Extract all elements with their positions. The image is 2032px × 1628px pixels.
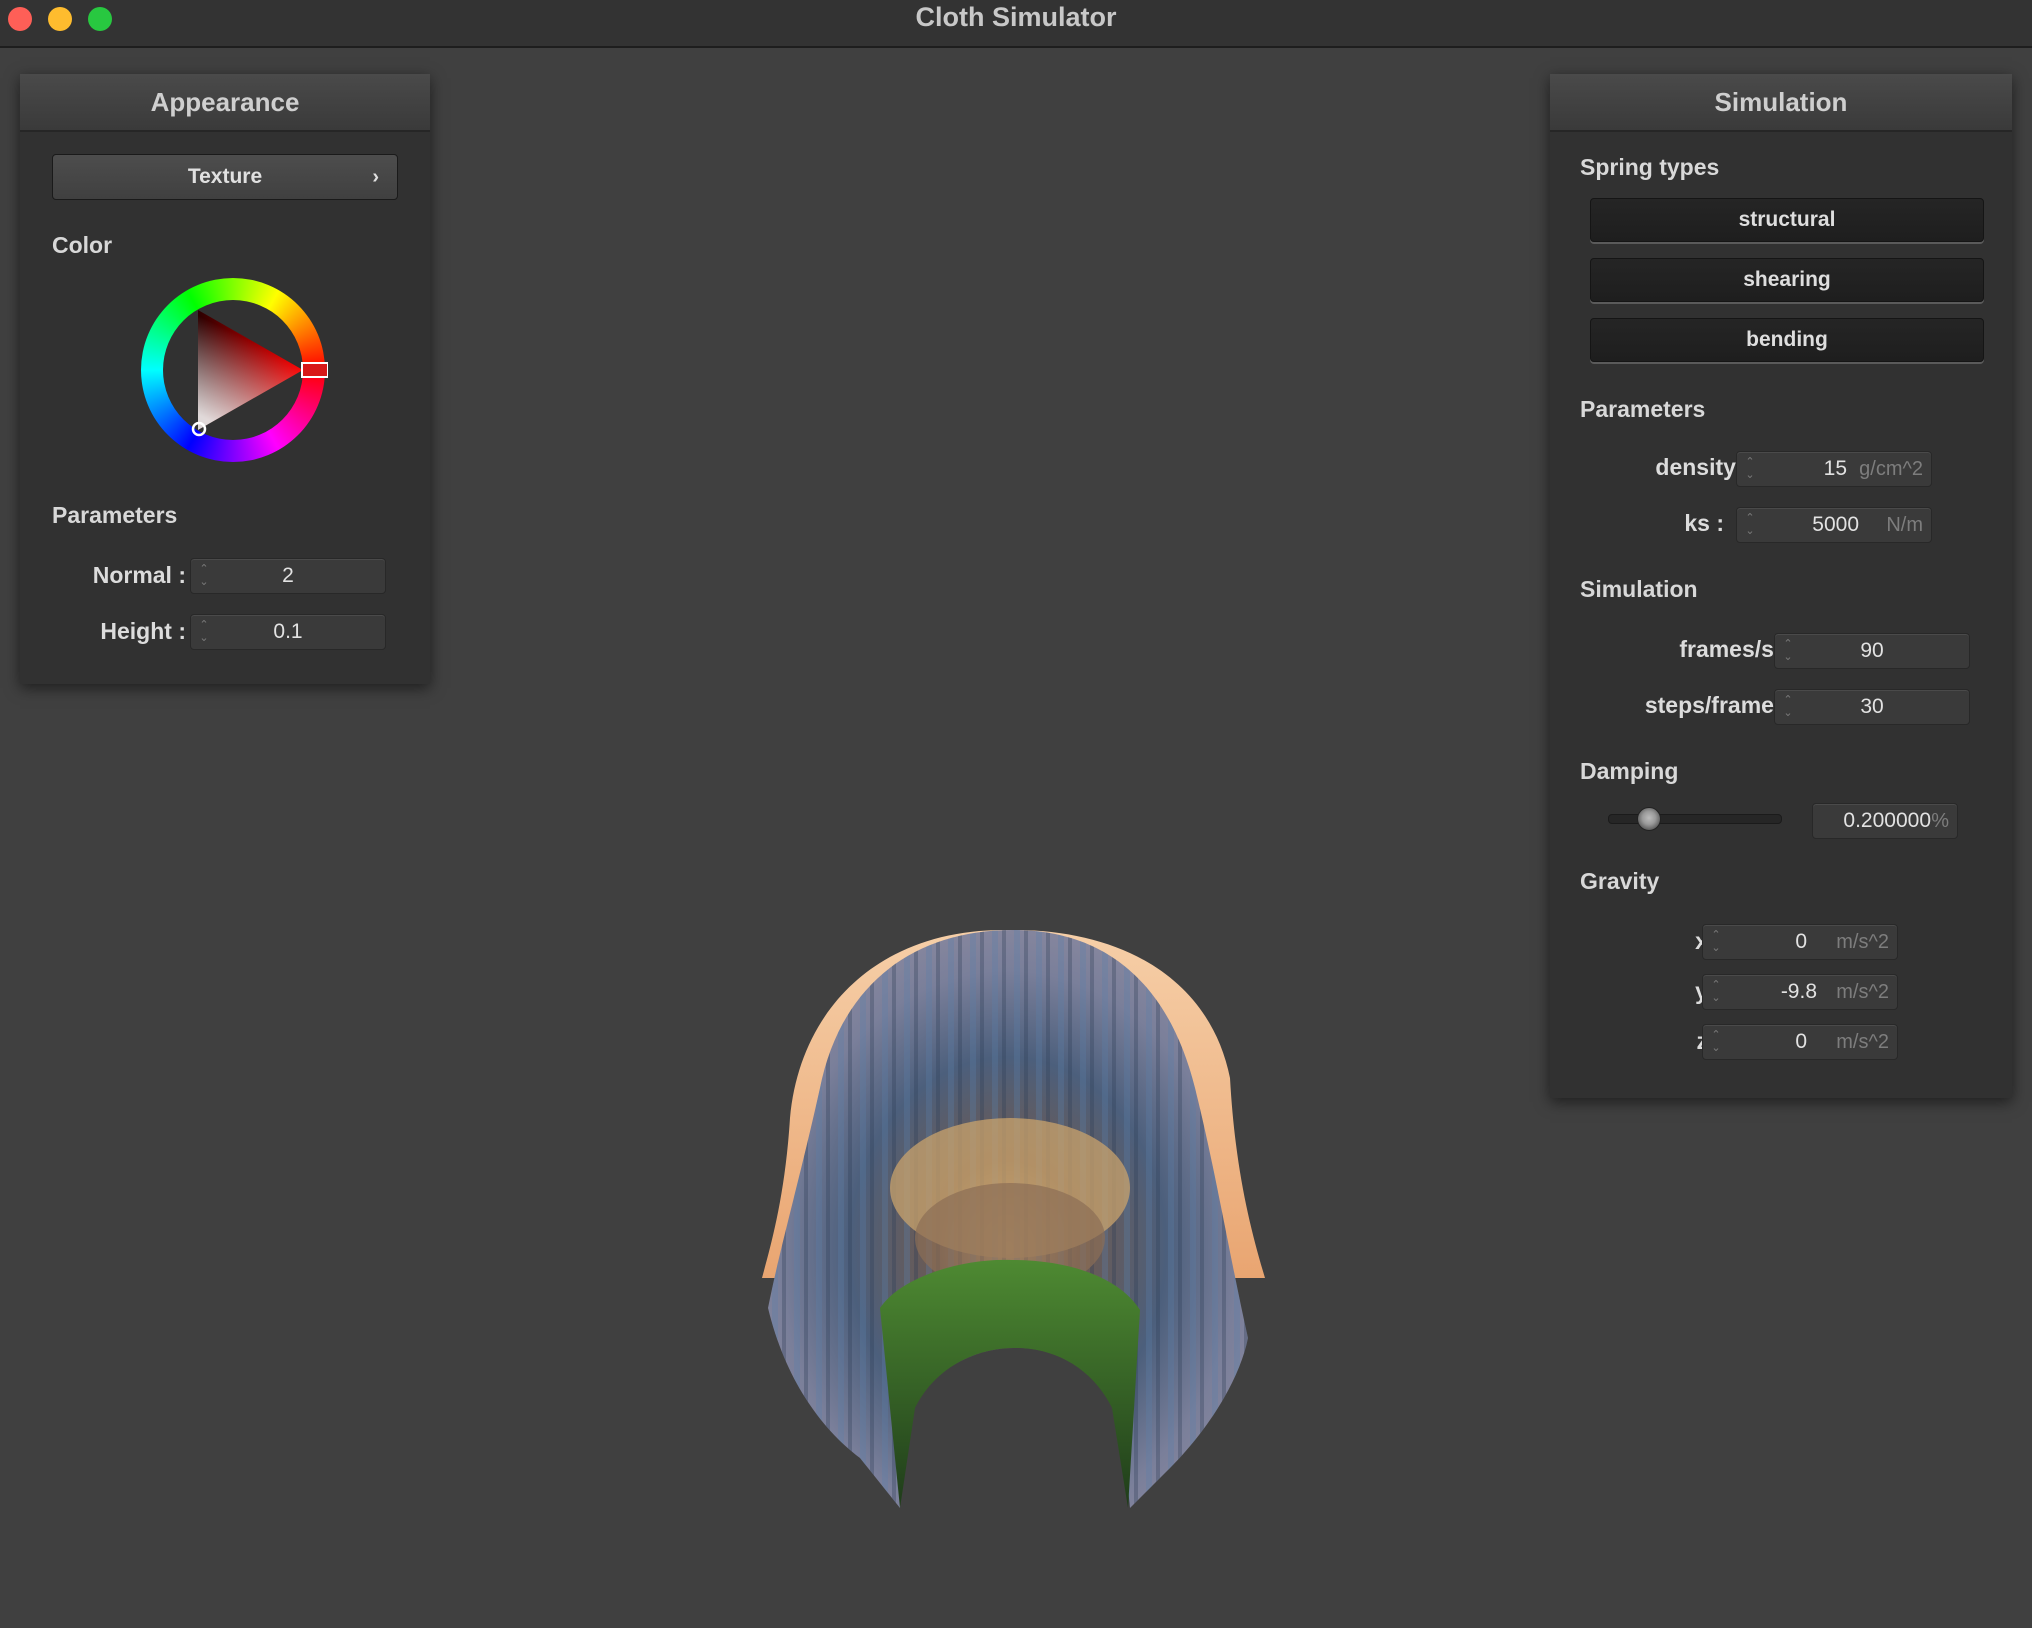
- gravity-x-value: 0: [1795, 930, 1807, 953]
- title-bar: Cloth Simulator: [0, 0, 2032, 48]
- density-unit: g/cm^2: [1859, 458, 1923, 480]
- steps-per-frame-value: 30: [1860, 695, 1884, 718]
- hue-selector-handle[interactable]: [301, 362, 328, 378]
- height-spinbox[interactable]: ⌃ ⌄ 0.1: [190, 614, 386, 650]
- shearing-spring-toggle[interactable]: shearing: [1590, 258, 1984, 302]
- ks-value: 5000: [1812, 513, 1859, 536]
- spinner-arrows-icon[interactable]: ⌃ ⌄: [1709, 975, 1723, 1009]
- damping-value: 0.200000: [1843, 809, 1931, 832]
- spinner-arrows-icon[interactable]: ⌃ ⌄: [1743, 508, 1757, 542]
- spinner-arrows-icon[interactable]: ⌃ ⌄: [1709, 1025, 1723, 1059]
- simulation-parameters-label: Parameters: [1580, 396, 1706, 422]
- gravity-y-spinbox[interactable]: ⌃ ⌄ -9.8 m/s^2: [1702, 974, 1898, 1010]
- frames-per-second-spinbox[interactable]: ⌃ ⌄ 90: [1774, 633, 1970, 669]
- gravity-z-spinbox[interactable]: ⌃ ⌄ 0 m/s^2: [1702, 1024, 1898, 1060]
- normal-spinbox[interactable]: ⌃ ⌄ 2: [190, 558, 386, 594]
- damping-label: Damping: [1580, 758, 1679, 784]
- appearance-parameters-label: Parameters: [52, 502, 178, 528]
- gravity-x-spinbox[interactable]: ⌃ ⌄ 0 m/s^2: [1702, 924, 1898, 960]
- ks-spinbox[interactable]: ⌃ ⌄ 5000 N/m: [1736, 507, 1932, 543]
- simulation-section-label: Simulation: [1580, 576, 1698, 602]
- spring-types-label: Spring types: [1580, 154, 1720, 180]
- appearance-panel: Appearance Texture › Color Parameters No…: [20, 74, 430, 684]
- appearance-panel-header[interactable]: Appearance: [20, 74, 430, 132]
- gravity-y-unit: m/s^2: [1836, 981, 1889, 1003]
- density-value: 15: [1823, 457, 1847, 480]
- gravity-z-unit: m/s^2: [1836, 1031, 1889, 1053]
- color-wheel[interactable]: [138, 275, 328, 465]
- damping-value-box[interactable]: 0.200000 %: [1812, 803, 1958, 839]
- normal-label: Normal :: [92, 562, 186, 588]
- damping-slider-handle[interactable]: [1636, 807, 1661, 831]
- ks-unit: N/m: [1886, 514, 1923, 536]
- texture-button-label: Texture: [187, 165, 263, 188]
- steps-per-frame-spinbox[interactable]: ⌃ ⌄ 30: [1774, 689, 1970, 725]
- simulation-panel-header[interactable]: Simulation: [1550, 74, 2012, 132]
- gravity-x-unit: m/s^2: [1836, 931, 1889, 953]
- structural-spring-toggle[interactable]: structural: [1590, 198, 1984, 242]
- normal-value: 2: [282, 564, 294, 587]
- density-label: density :: [1655, 454, 1750, 480]
- height-label: Height :: [100, 618, 186, 644]
- color-section-label: Color: [52, 232, 113, 258]
- texture-button[interactable]: Texture ›: [52, 154, 398, 200]
- spinner-arrows-icon[interactable]: ⌃ ⌄: [1743, 452, 1757, 486]
- spinner-arrows-icon[interactable]: ⌃ ⌄: [1709, 925, 1723, 959]
- simulation-panel: Simulation Spring types structural shear…: [1550, 74, 2012, 1098]
- density-spinbox[interactable]: ⌃ ⌄ 15 g/cm^2: [1736, 451, 1932, 487]
- bending-label: bending: [1746, 328, 1828, 351]
- damping-slider[interactable]: [1608, 814, 1782, 824]
- damping-unit: %: [1931, 810, 1949, 832]
- frames-per-second-value: 90: [1860, 639, 1884, 662]
- frames-per-second-label: frames/s :: [1679, 636, 1788, 662]
- steps-per-frame-label: steps/frame :: [1644, 692, 1788, 718]
- chevron-right-icon: ›: [372, 166, 379, 188]
- gravity-z-value: 0: [1795, 1030, 1807, 1053]
- shearing-label: shearing: [1743, 268, 1831, 291]
- gravity-label: Gravity: [1580, 868, 1660, 894]
- structural-label: structural: [1738, 208, 1836, 231]
- height-value: 0.1: [273, 620, 303, 643]
- bending-spring-toggle[interactable]: bending: [1590, 318, 1984, 362]
- window-title: Cloth Simulator: [915, 2, 1117, 32]
- ks-label: ks :: [1684, 510, 1724, 536]
- gravity-y-value: -9.8: [1780, 980, 1817, 1003]
